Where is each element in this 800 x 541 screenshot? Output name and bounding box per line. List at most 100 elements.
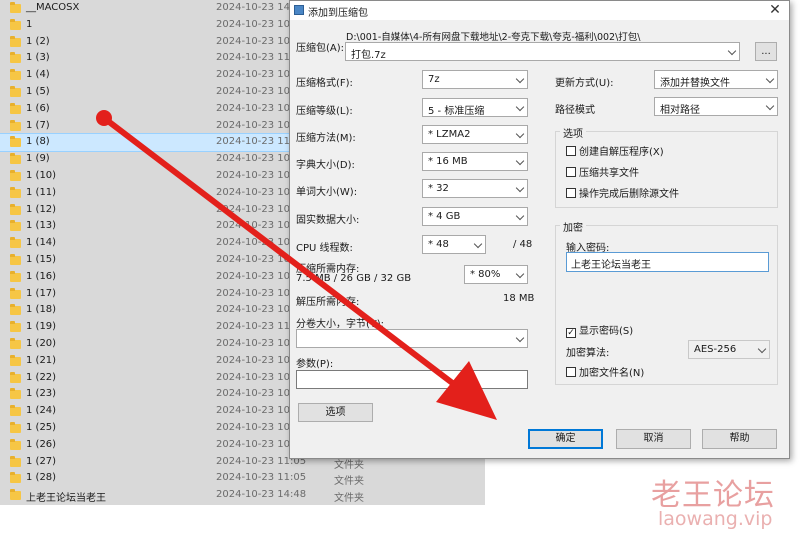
folder-icon	[10, 102, 21, 114]
chevron-down-icon	[515, 333, 525, 343]
delete-label: 操作完成后删除源文件	[579, 189, 679, 200]
split-select[interactable]	[296, 329, 528, 348]
mem-percent-select[interactable]: * 80%	[464, 265, 528, 284]
encrypt-method-select[interactable]: AES-256	[688, 340, 770, 359]
folder-icon	[10, 69, 21, 81]
dict-value: * 16 MB	[428, 156, 468, 167]
folder-icon	[10, 371, 21, 383]
folder-icon	[10, 2, 21, 13]
file-date: 2024-10-23 10:	[216, 237, 294, 249]
file-row[interactable]: 上老王论坛当老王 2024-10-23 14:48 文件夹	[0, 487, 485, 504]
archive-name-value: 打包.7z	[351, 50, 386, 61]
cancel-button[interactable]: 取消	[616, 429, 691, 449]
options-button[interactable]: 选项	[298, 403, 373, 422]
encrypt-names-checkbox[interactable]: 加密文件名(N)	[566, 364, 644, 379]
mem-percent-value: * 80%	[470, 269, 501, 280]
file-name: 1 (14)	[26, 237, 57, 249]
file-date: 2024-10-23 14:48	[216, 489, 307, 501]
file-date: 2024-10-23 10:	[216, 102, 294, 114]
params-label: 参数(P):	[296, 359, 334, 370]
file-name: 1 (17)	[26, 287, 57, 299]
folder-icon	[10, 388, 21, 400]
file-date: 2024-10-23 10:	[216, 220, 294, 232]
checkbox-box	[566, 146, 576, 156]
file-date: 2024-10-23 10:	[216, 422, 294, 433]
file-name: 1 (18)	[26, 304, 57, 316]
folder-icon	[10, 321, 21, 333]
delete-checkbox[interactable]: 操作完成后删除源文件	[566, 185, 679, 200]
file-date: 2024-10-23 10:	[216, 405, 294, 417]
help-button[interactable]: 帮助	[702, 429, 777, 449]
app-icon	[294, 5, 304, 15]
file-type: 文件夹	[334, 493, 364, 505]
sfx-checkbox[interactable]: 创建自解压程序(X)	[566, 143, 664, 158]
shared-checkbox[interactable]: 压缩共享文件	[566, 164, 639, 179]
solid-select[interactable]: * 4 GB	[422, 207, 528, 226]
show-password-checkbox[interactable]: ✓ 显示密码(S)	[566, 322, 633, 338]
path-select[interactable]: 相对路径	[654, 97, 778, 116]
cpu-total: / 48	[513, 239, 533, 250]
file-name: 1 (28)	[26, 472, 57, 484]
folder-icon	[10, 18, 21, 30]
update-label: 更新方式(U):	[555, 78, 614, 89]
options-group-title: 选项	[560, 125, 586, 140]
password-input[interactable]: 上老王论坛当老王	[566, 252, 769, 272]
file-name: 1 (27)	[26, 455, 57, 467]
folder-icon	[10, 136, 21, 148]
level-select[interactable]: 5 - 标准压缩	[422, 98, 528, 117]
word-select[interactable]: * 32	[422, 179, 528, 198]
file-date: 2024-10-23 11:05	[216, 472, 307, 484]
file-name: 上老王论坛当老王	[26, 493, 106, 505]
file-name: 1 (22)	[26, 371, 57, 383]
split-label: 分卷大小，字节(V):	[296, 319, 385, 330]
folder-icon	[10, 119, 21, 131]
folder-icon	[10, 304, 21, 316]
browse-button[interactable]: ...	[755, 42, 777, 61]
file-name: 1 (15)	[26, 254, 57, 265]
path-value: 相对路径	[660, 105, 700, 116]
encryption-group: 加密 输入密码: 上老王论坛当老王 ✓ 显示密码(S) 加密算法: AES-256…	[555, 219, 778, 385]
archive-path: D:\001-自媒体\4-所有网盘下载地址\2-夸克下载\夸克-福利\002\打…	[346, 32, 641, 43]
encrypt-method-label: 加密算法:	[566, 348, 610, 359]
close-button[interactable]: ✕	[761, 1, 789, 20]
file-date: 2024-10-23 11:	[216, 321, 294, 333]
method-value: * LZMA2	[428, 129, 471, 140]
cpu-select[interactable]: * 48	[422, 235, 486, 254]
chevron-down-icon	[515, 102, 525, 112]
dict-select[interactable]: * 16 MB	[422, 152, 528, 171]
params-input[interactable]	[296, 370, 528, 389]
format-select[interactable]: 7z	[422, 70, 528, 89]
file-date: 2024-10-23 10:	[216, 304, 294, 316]
folder-icon	[10, 354, 21, 366]
folder-icon	[10, 472, 21, 484]
file-name: 1 (6)	[26, 102, 50, 114]
file-date: 2024-10-23 10:	[216, 186, 294, 198]
dialog-title: 添加到压缩包	[308, 8, 368, 19]
folder-icon	[10, 35, 21, 47]
file-type: 文件夹	[334, 476, 364, 488]
add-to-archive-dialog: 添加到压缩包 ✕ 压缩包(A): D:\001-自媒体\4-所有网盘下载地址\2…	[289, 0, 790, 459]
file-date: 2024-10-23 10:	[216, 203, 294, 215]
file-name: 1 (25)	[26, 422, 57, 433]
file-date: 2024-10-23 10:	[216, 170, 294, 181]
chevron-down-icon	[473, 239, 483, 249]
decomp-label: 解压所需内存:	[296, 297, 360, 308]
show-password-label: 显示密码(S)	[579, 326, 634, 337]
chevron-down-icon	[727, 46, 737, 56]
word-value: * 32	[428, 183, 449, 194]
file-date: 2024-10-23 10:	[216, 35, 294, 47]
update-select[interactable]: 添加并替换文件	[654, 70, 778, 89]
file-name: 1 (24)	[26, 405, 57, 417]
folder-icon	[10, 52, 21, 64]
ok-button[interactable]: 确定	[528, 429, 603, 449]
archive-name-combo[interactable]: 打包.7z	[345, 42, 740, 61]
file-date: 2024-10-23 10:	[216, 388, 294, 400]
folder-icon	[10, 86, 21, 97]
method-select[interactable]: * LZMA2	[422, 125, 528, 144]
folder-icon	[10, 153, 21, 165]
archive-label: 压缩包(A):	[296, 43, 345, 54]
file-date: 2024-10-23 10:	[216, 371, 294, 383]
title-bar[interactable]: 添加到压缩包 ✕	[290, 1, 789, 20]
folder-icon	[10, 237, 21, 249]
file-row[interactable]: 1 (28) 2024-10-23 11:05 文件夹	[0, 470, 485, 487]
